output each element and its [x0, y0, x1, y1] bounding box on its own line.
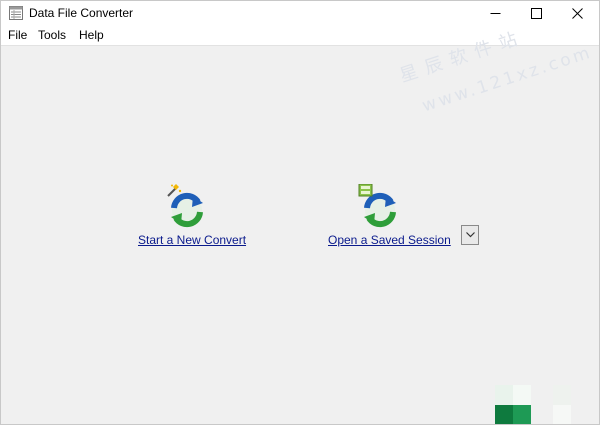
minimize-icon: [490, 12, 500, 14]
chevron-down-icon: [465, 232, 475, 238]
convert-arrows-wand-icon[interactable]: [165, 184, 209, 228]
close-icon: [571, 7, 583, 19]
title-bar: Data File Converter: [1, 1, 599, 25]
menu-bar: File Tools Help: [1, 25, 599, 46]
maximize-button[interactable]: [518, 1, 554, 25]
convert-arrows-document-icon[interactable]: [358, 184, 402, 228]
maximize-icon: [530, 7, 542, 19]
menu-tools[interactable]: Tools: [38, 28, 66, 42]
main-window: Data File Converter File Tools Help 星辰软件…: [0, 0, 600, 425]
close-button[interactable]: [559, 1, 595, 25]
window-title: Data File Converter: [29, 6, 134, 20]
saved-session-dropdown-button[interactable]: [461, 225, 479, 245]
app-icon: [9, 6, 23, 20]
logo-mosaic: [495, 385, 571, 424]
start-new-convert-link[interactable]: Start a New Convert: [138, 233, 246, 247]
menu-help[interactable]: Help: [79, 28, 104, 42]
minimize-button[interactable]: [477, 1, 513, 25]
menu-file[interactable]: File: [8, 28, 27, 42]
watermark-url: www.121xz.com: [419, 42, 595, 117]
open-saved-session-link[interactable]: Open a Saved Session: [328, 233, 451, 247]
